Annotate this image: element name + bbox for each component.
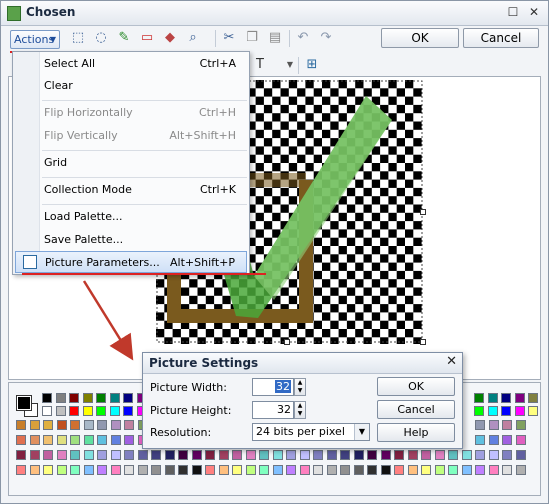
chevron-down-icon: ▼ [354, 424, 369, 440]
resolution-value: 24 bits per pixel [256, 425, 345, 438]
picture-height-input[interactable]: 32 [252, 401, 294, 419]
picture-width-label: Picture Width: [150, 381, 227, 394]
dialog-title-bar: Picture Settings ✕ [143, 353, 462, 374]
picture-height-spinner[interactable]: ▲ ▼ [294, 401, 306, 419]
dialog-help-button[interactable]: Help [377, 423, 455, 442]
resolution-label: Resolution: [150, 426, 212, 439]
picture-settings-dialog: Picture Settings ✕ Picture Width: 32 ▲ ▼ … [142, 352, 463, 449]
resolution-select[interactable]: 24 bits per pixel ▼ [252, 423, 370, 441]
picture-width-value: 32 [275, 380, 291, 393]
picture-width-spinner[interactable]: ▲ ▼ [294, 378, 306, 396]
picture-height-label: Picture Height: [150, 404, 232, 417]
dialog-title: Picture Settings [149, 356, 259, 370]
dialog-ok-button[interactable]: OK [377, 377, 455, 396]
dialog-cancel-button[interactable]: Cancel [377, 400, 455, 419]
close-icon[interactable]: ✕ [446, 354, 457, 369]
picture-width-input[interactable]: 32 [252, 378, 294, 396]
